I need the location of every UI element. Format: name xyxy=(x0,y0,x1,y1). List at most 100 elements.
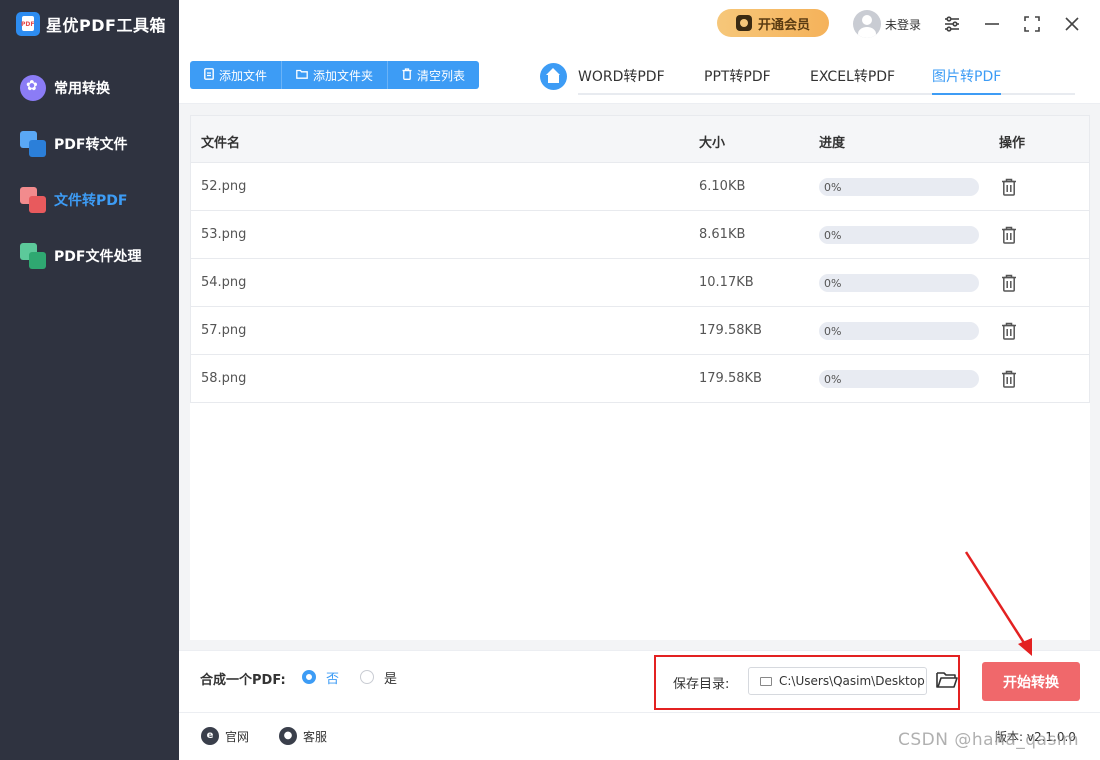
column-header-action: 操作 xyxy=(999,136,1026,151)
sidebar-item-label: PDF文件处理 xyxy=(54,249,142,265)
close-icon[interactable] xyxy=(1060,12,1084,36)
pdf-logo-icon xyxy=(16,12,40,36)
file-size: 6.10KB xyxy=(699,179,746,194)
merge-yes-label[interactable]: 是 xyxy=(384,668,397,687)
trash-icon xyxy=(402,67,412,83)
sidebar-item-pdf-processing[interactable]: PDF文件处理 xyxy=(0,228,179,284)
home-icon[interactable] xyxy=(540,63,567,90)
column-header-size: 大小 xyxy=(699,136,726,151)
table-header: 文件名 大小 进度 操作 xyxy=(190,115,1090,163)
customer-service-link[interactable]: ● 客服 xyxy=(279,727,327,745)
file-size: 8.61KB xyxy=(699,227,746,242)
file-button-group: 添加文件 添加文件夹 清空列表 xyxy=(190,61,480,89)
sidebar-item-label: PDF转文件 xyxy=(54,137,128,153)
progress-text: 0% xyxy=(824,373,842,386)
save-path-value: C:\Users\Qasim\Desktop xyxy=(779,674,925,688)
maximize-icon[interactable] xyxy=(1020,12,1044,36)
progress-text: 0% xyxy=(824,325,842,338)
delete-trash-icon[interactable] xyxy=(1001,370,1017,388)
minimize-icon[interactable] xyxy=(980,12,1004,36)
open-folder-icon[interactable] xyxy=(936,671,958,689)
file-name: 52.png xyxy=(201,179,247,194)
tab-excel-to-pdf[interactable]: EXCEL转PDF xyxy=(810,66,895,95)
progress-bar: 0% xyxy=(819,322,979,340)
sidebar-item-pdf-to-file[interactable]: PDF转文件 xyxy=(0,116,179,172)
pdf-processing-icon xyxy=(20,243,46,269)
file-icon xyxy=(204,67,214,83)
table-row: 57.png 179.58KB 0% xyxy=(190,307,1090,355)
add-file-label: 添加文件 xyxy=(219,68,268,83)
website-link[interactable]: e 官网 xyxy=(201,727,249,745)
watermark: CSDN @haha_qasim xyxy=(898,730,1080,750)
title-bar: 开通会员 未登录 xyxy=(179,0,1100,48)
file-name: 54.png xyxy=(201,275,247,290)
table-row: 54.png 10.17KB 0% xyxy=(190,259,1090,307)
settings-sliders-icon[interactable] xyxy=(940,12,964,36)
avatar xyxy=(853,10,881,38)
pdf-to-file-icon xyxy=(20,131,46,157)
progress-text: 0% xyxy=(824,229,842,242)
file-name: 53.png xyxy=(201,227,247,242)
user-label: 未登录 xyxy=(885,17,922,32)
tab-image-to-pdf[interactable]: 图片转PDF xyxy=(932,66,1002,95)
merge-no-radio[interactable] xyxy=(302,670,316,684)
progress-bar: 0% xyxy=(819,226,979,244)
tab-ppt-to-pdf[interactable]: PPT转PDF xyxy=(704,66,771,95)
conversion-tabs: WORD转PDF PPT转PDF EXCEL转PDF 图片转PDF xyxy=(578,60,1075,95)
merge-pdf-label: 合成一个PDF: xyxy=(200,673,286,688)
sidebar-nav: 常用转换 PDF转文件 文件转PDF PDF文件处理 xyxy=(0,60,179,284)
folder-small-icon xyxy=(760,677,772,686)
table-row: 52.png 6.10KB 0% xyxy=(190,163,1090,211)
vip-button[interactable]: 开通会员 xyxy=(717,9,829,37)
toolbar: 添加文件 添加文件夹 清空列表 WORD转PDF PPT转PDF EXCEL转P… xyxy=(179,48,1100,104)
tab-word-to-pdf[interactable]: WORD转PDF xyxy=(578,66,665,95)
start-convert-button[interactable]: 开始转换 xyxy=(982,662,1080,701)
merge-yes-radio[interactable] xyxy=(360,670,374,684)
file-name: 58.png xyxy=(201,371,247,386)
app-title: 星优PDF工具箱 xyxy=(46,16,166,35)
table-row: 53.png 8.61KB 0% xyxy=(190,211,1090,259)
progress-bar: 0% xyxy=(819,178,979,196)
file-list-panel: 文件名 大小 进度 操作 52.png 6.10KB 0% 53.png 8.61KB 0… xyxy=(190,115,1090,640)
save-dir-label: 保存目录: xyxy=(673,677,730,692)
file-to-pdf-icon xyxy=(20,187,46,213)
bottom-bar: 合成一个PDF: 否 是 保存目录: C:\Users\Qasim\Deskto… xyxy=(179,650,1100,712)
delete-trash-icon[interactable] xyxy=(1001,322,1017,340)
clear-list-label: 清空列表 xyxy=(417,68,466,83)
column-header-progress: 进度 xyxy=(819,136,846,151)
add-folder-button[interactable]: 添加文件夹 xyxy=(282,61,389,89)
folder-icon xyxy=(296,69,308,82)
save-path-field[interactable]: C:\Users\Qasim\Desktop xyxy=(748,667,927,695)
progress-text: 0% xyxy=(824,181,842,194)
user-login[interactable]: 未登录 xyxy=(853,10,921,38)
sidebar-item-label: 文件转PDF xyxy=(54,193,128,209)
add-file-button[interactable]: 添加文件 xyxy=(190,61,283,89)
sidebar-item-common-convert[interactable]: 常用转换 xyxy=(0,60,179,116)
service-label: 客服 xyxy=(303,729,328,744)
delete-trash-icon[interactable] xyxy=(1001,274,1017,292)
delete-trash-icon[interactable] xyxy=(1001,226,1017,244)
sidebar-item-label: 常用转换 xyxy=(54,81,110,97)
table-row: 58.png 179.58KB 0% xyxy=(190,355,1090,403)
file-name: 57.png xyxy=(201,323,247,338)
clear-list-button[interactable]: 清空列表 xyxy=(388,61,480,89)
ie-icon: e xyxy=(201,727,219,745)
sidebar: 星优PDF工具箱 常用转换 PDF转文件 文件转PDF PDF文件处理 xyxy=(0,0,179,760)
file-size: 10.17KB xyxy=(699,275,754,290)
file-size: 179.58KB xyxy=(699,323,762,338)
flower-icon xyxy=(20,75,46,101)
vip-label: 开通会员 xyxy=(757,17,810,33)
progress-bar: 0% xyxy=(819,370,979,388)
website-label: 官网 xyxy=(225,729,250,744)
progress-bar: 0% xyxy=(819,274,979,292)
delete-trash-icon[interactable] xyxy=(1001,178,1017,196)
app-logo: 星优PDF工具箱 xyxy=(16,10,166,38)
add-folder-label: 添加文件夹 xyxy=(313,68,374,83)
crown-icon xyxy=(735,15,752,31)
progress-text: 0% xyxy=(824,277,842,290)
merge-no-label[interactable]: 否 xyxy=(326,668,339,687)
sidebar-item-file-to-pdf[interactable]: 文件转PDF xyxy=(0,172,179,228)
chat-bubble-icon: ● xyxy=(279,727,297,745)
file-size: 179.58KB xyxy=(699,371,762,386)
column-header-name: 文件名 xyxy=(201,136,241,151)
